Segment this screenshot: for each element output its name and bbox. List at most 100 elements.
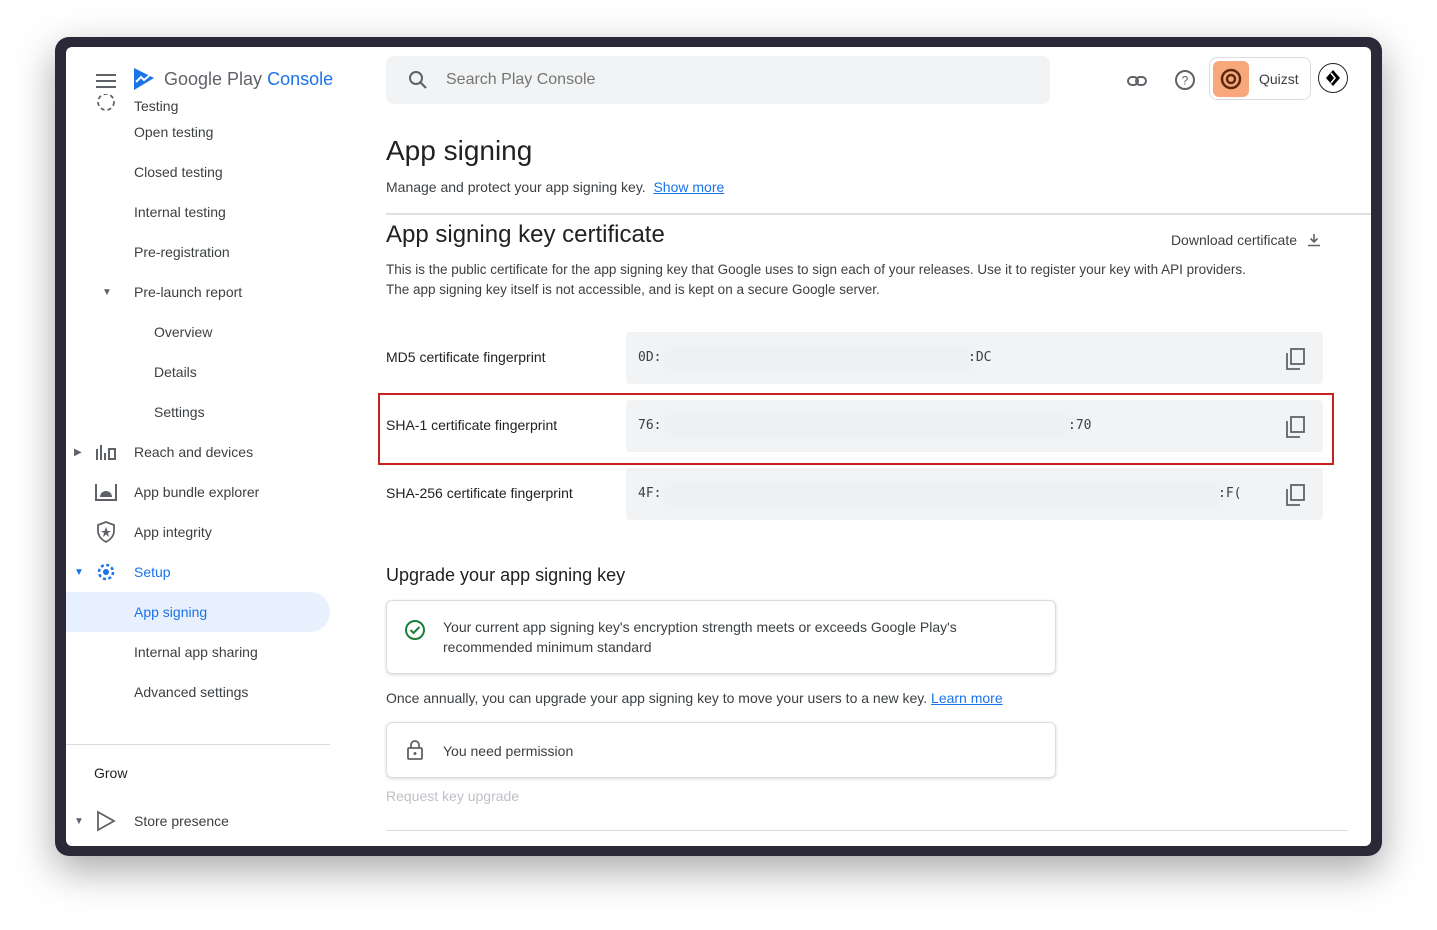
svg-text:?: ? xyxy=(1182,74,1189,88)
page-title: App signing xyxy=(386,135,533,166)
sidebar-item-app-bundle-explorer[interactable]: App bundle explorer xyxy=(66,472,336,512)
key-strength-card: Your current app signing key's encryptio… xyxy=(386,600,1056,674)
sidebar-item-label: Setup xyxy=(134,564,171,580)
sidebar-item-label: Details xyxy=(154,364,197,380)
certificate-title: App signing key certificate xyxy=(386,221,665,248)
upgrade-info-text: Once annually, you can upgrade your app … xyxy=(386,690,928,706)
caret-down-icon: ▼ xyxy=(74,815,84,827)
sidebar-item-label: Advanced settings xyxy=(134,684,249,700)
sidebar-divider xyxy=(66,744,330,745)
sidebar-item-settings[interactable]: Settings xyxy=(66,392,336,432)
bottom-divider xyxy=(386,830,1348,831)
sidebar-item-label: Internal testing xyxy=(134,204,226,220)
help-icon[interactable]: ? xyxy=(1174,69,1196,91)
app-logo-icon xyxy=(1220,68,1242,89)
sidebar-item-label: Pre-launch report xyxy=(134,284,243,300)
play-icon xyxy=(94,809,118,833)
brand-name: Google Play xyxy=(164,68,263,89)
fingerprint-label: MD5 certificate fingerprint xyxy=(386,349,546,365)
fingerprint-row: SHA-256 certificate fingerprint 4F::F( xyxy=(386,468,1323,520)
search-input[interactable] xyxy=(446,71,1006,89)
sidebar-item-pre-launch-report[interactable]: ▼ Pre-launch report xyxy=(66,272,336,312)
sidebar-item-label: Store presence xyxy=(134,813,229,829)
sidebar-item-details[interactable]: Details xyxy=(66,352,336,392)
sidebar-item-internal-app-sharing[interactable]: Internal app sharing xyxy=(66,632,336,672)
sidebar-section-grow: Grow xyxy=(94,765,128,781)
avatar-logo-icon xyxy=(1326,70,1340,86)
redacted-fingerprint xyxy=(664,482,1224,506)
sidebar-item-internal-testing[interactable]: Internal testing xyxy=(66,192,336,232)
download-label: Download certificate xyxy=(1170,232,1297,248)
show-more-link[interactable]: Show more xyxy=(653,179,724,195)
sidebar-item-app-signing[interactable]: App signing xyxy=(66,592,330,632)
certificate-description: This is the public certificate for the a… xyxy=(386,262,1246,297)
sidebar-item-label: App signing xyxy=(134,604,208,620)
account-switcher[interactable]: Quizst xyxy=(1209,57,1311,100)
fingerprint-end: :F( xyxy=(1218,486,1242,501)
sidebar-item-setup[interactable]: ▼ Setup xyxy=(66,552,336,592)
account-name: Quizst xyxy=(1259,70,1299,87)
page-description: Manage and protect your app signing key.… xyxy=(386,179,724,195)
caret-down-icon[interactable]: ▼ xyxy=(102,287,112,298)
sidebar-item-advanced-settings[interactable]: Advanced settings xyxy=(66,672,336,712)
gear-icon xyxy=(94,560,118,584)
header-divider xyxy=(386,213,1371,215)
sidebar-item-app-integrity[interactable]: App integrity xyxy=(66,512,336,552)
upgrade-info: Once annually, you can upgrade your app … xyxy=(386,688,1003,708)
fingerprint-value[interactable]: 4F: :F( xyxy=(626,468,1323,520)
menu-icon[interactable] xyxy=(96,74,116,88)
copy-icon[interactable] xyxy=(1285,484,1305,506)
sha1-highlight-box xyxy=(378,393,1334,465)
sidebar-item-label: Settings xyxy=(154,404,205,420)
sidebar-item-label: Pre-registration xyxy=(134,244,230,260)
fingerprint-start: 0D: xyxy=(638,350,662,365)
fingerprint-start: 4F: xyxy=(638,486,662,501)
caret-right-icon[interactable]: ▶ xyxy=(74,447,82,458)
search-icon xyxy=(409,71,427,89)
logo[interactable]: Google Play Console xyxy=(132,67,333,91)
sidebar-nav: Testing Open testing Closed testing Interna… xyxy=(66,94,336,712)
check-circle-icon xyxy=(405,620,425,640)
description-text: Manage and protect your app signing key. xyxy=(386,179,646,195)
sidebar-item-testing[interactable]: Testing xyxy=(66,94,336,114)
sidebar-item-label: App integrity xyxy=(134,524,212,540)
sidebar-item-label: Internal app sharing xyxy=(134,644,258,660)
sidebar-item-overview[interactable]: Overview xyxy=(66,312,336,352)
download-certificate-button[interactable]: Download certificate xyxy=(1171,232,1321,248)
sidebar-item-store-presence[interactable]: ▼ Store presence xyxy=(66,801,330,841)
download-icon xyxy=(1308,234,1320,247)
app-avatar xyxy=(1213,60,1249,97)
fingerprint-end: :DC xyxy=(968,350,992,365)
sidebar-item-label: Overview xyxy=(154,324,213,340)
sidebar-item-label: Open testing xyxy=(134,124,214,140)
request-key-upgrade-button[interactable]: Request key upgrade xyxy=(386,788,519,804)
android-icon xyxy=(94,480,118,504)
sidebar-item-reach-and-devices[interactable]: ▶ Reach and devices xyxy=(66,432,336,472)
shield-icon xyxy=(94,520,118,544)
key-strength-status: Your current app signing key's encryptio… xyxy=(443,619,957,655)
link-icon[interactable] xyxy=(1127,71,1147,91)
fingerprint-row: MD5 certificate fingerprint 0D: :DC xyxy=(386,332,1323,384)
sidebar-item-label: Reach and devices xyxy=(134,444,254,460)
sidebar-item-open-testing[interactable]: Open testing xyxy=(66,112,336,152)
user-avatar[interactable] xyxy=(1318,63,1348,93)
brand-suffix: Console xyxy=(267,68,334,89)
testing-icon xyxy=(94,94,118,114)
permission-card: You need permission xyxy=(386,722,1056,778)
learn-more-link[interactable]: Learn more xyxy=(931,690,1003,706)
redacted-fingerprint xyxy=(664,346,974,370)
caret-down-icon[interactable]: ▼ xyxy=(74,567,84,578)
upgrade-title: Upgrade your app signing key xyxy=(386,565,626,585)
sidebar-item-label: App bundle explorer xyxy=(134,484,260,500)
copy-icon[interactable] xyxy=(1285,348,1305,370)
app-window: Google Play Console ? Quizst Testing Open… xyxy=(66,47,1371,846)
lock-icon xyxy=(407,740,423,760)
permission-text: You need permission xyxy=(443,743,574,759)
sidebar-item-label: Closed testing xyxy=(134,164,223,180)
bar-chart-icon xyxy=(94,440,118,464)
play-console-logo-icon xyxy=(134,68,154,90)
fingerprint-value[interactable]: 0D: :DC xyxy=(626,332,1323,384)
search-bar[interactable] xyxy=(386,56,1050,104)
sidebar-item-closed-testing[interactable]: Closed testing xyxy=(66,152,336,192)
sidebar-item-pre-registration[interactable]: Pre-registration xyxy=(66,232,336,272)
